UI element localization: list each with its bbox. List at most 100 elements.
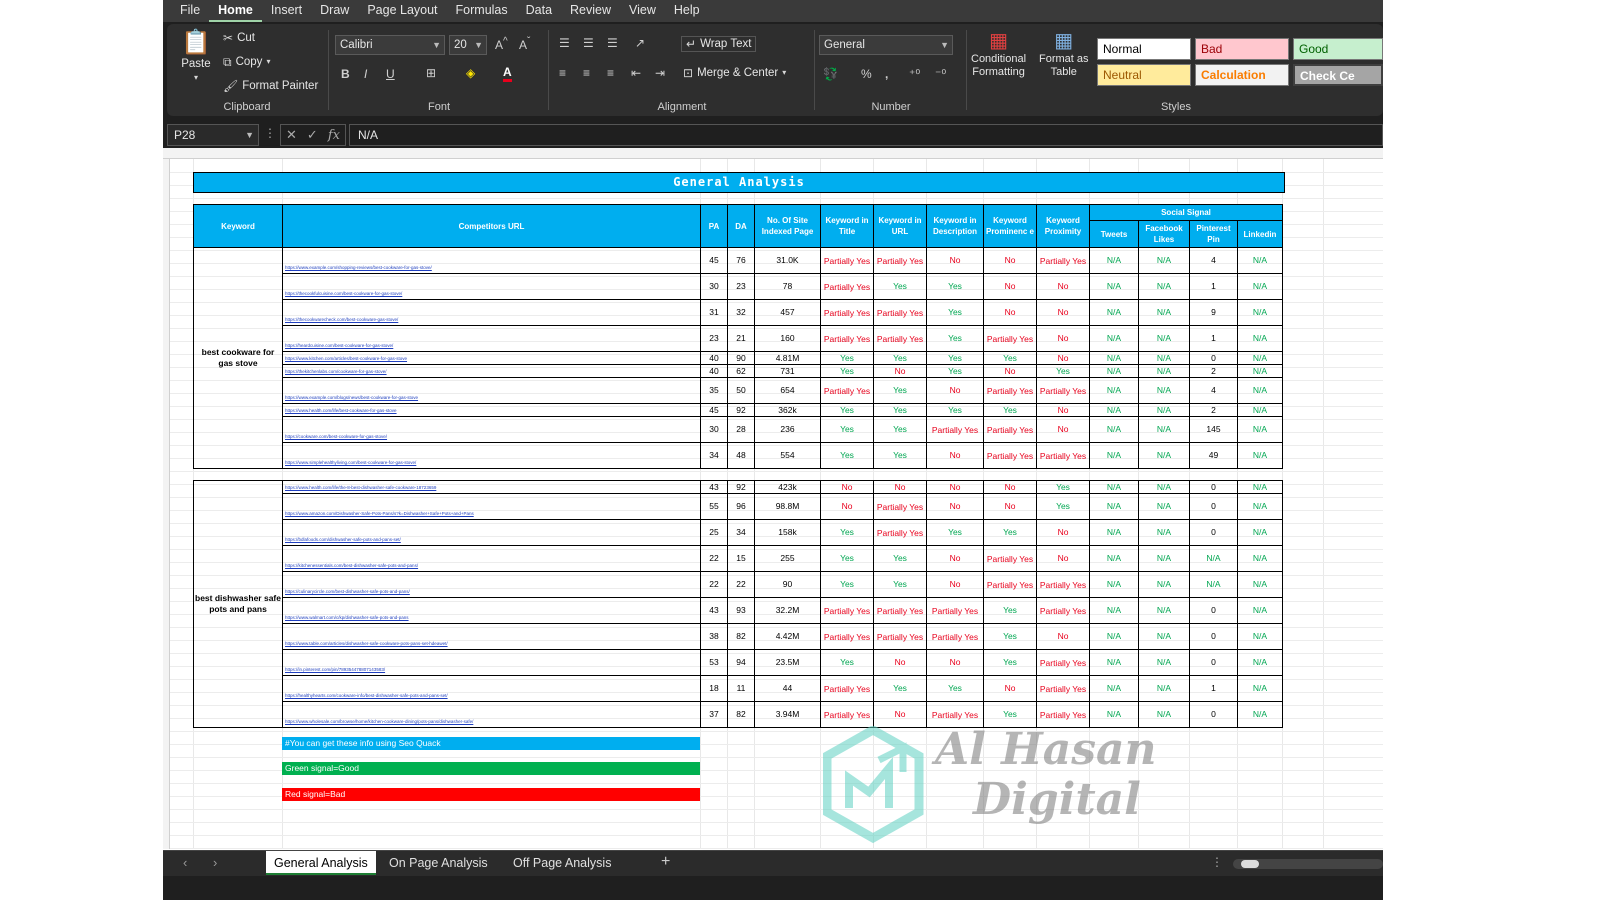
url-cell[interactable]: https://heardcuisine.com/best-cookware-f…	[282, 325, 701, 352]
kw-proximity-cell[interactable]: Partially Yes	[1036, 442, 1090, 469]
pinterest-cell[interactable]: 0	[1189, 480, 1238, 494]
facebook-cell[interactable]: N/A	[1138, 649, 1190, 676]
header-kw-title[interactable]: Keyword in Title	[820, 204, 874, 248]
kw-prominence-cell[interactable]: Partially Yes	[983, 325, 1037, 352]
da-cell[interactable]: 96	[727, 493, 755, 520]
linkedin-cell[interactable]: N/A	[1237, 480, 1283, 494]
kw-proximity-cell[interactable]: No	[1036, 545, 1090, 572]
menu-tab-home[interactable]: Home	[209, 0, 262, 22]
menu-tab-file[interactable]: File	[171, 0, 209, 22]
sheet-tab-off-page[interactable]: Off Page Analysis	[505, 851, 619, 875]
pa-cell[interactable]: 45	[700, 247, 728, 274]
kw-desc-cell[interactable]: No	[926, 480, 984, 494]
enter-icon[interactable]: ✓	[307, 127, 318, 143]
kw-prominence-cell[interactable]: No	[983, 273, 1037, 300]
da-cell[interactable]: 62	[727, 364, 755, 378]
url-cell[interactable]: https://healthyhearts.com/cookware-info/…	[282, 675, 701, 702]
pinterest-cell[interactable]: 145	[1189, 416, 1238, 443]
kw-proximity-cell[interactable]: Yes	[1036, 364, 1090, 378]
url-cell[interactable]: https://www.example.com/shopping-reviews…	[282, 247, 701, 274]
da-cell[interactable]: 50	[727, 377, 755, 404]
pinterest-cell[interactable]: 0	[1189, 351, 1238, 365]
linkedin-cell[interactable]: N/A	[1237, 597, 1283, 624]
kw-desc-cell[interactable]: Partially Yes	[926, 416, 984, 443]
facebook-cell[interactable]: N/A	[1138, 519, 1190, 546]
menu-tab-data[interactable]: Data	[517, 0, 561, 22]
menu-tab-insert[interactable]: Insert	[262, 0, 311, 22]
kw-desc-cell[interactable]: Yes	[926, 364, 984, 378]
facebook-cell[interactable]: N/A	[1138, 571, 1190, 598]
indexed-cell[interactable]: 32.2M	[754, 597, 821, 624]
url-cell[interactable]: https://bdlafoods.com/dishwasher-safe-po…	[282, 519, 701, 546]
tweets-cell[interactable]: N/A	[1089, 480, 1139, 494]
currency-icon[interactable]: 💱	[823, 67, 838, 81]
linkedin-cell[interactable]: N/A	[1237, 675, 1283, 702]
decrease-indent-icon[interactable]: ⇤	[631, 66, 641, 80]
kw-title-cell[interactable]: Partially Yes	[820, 273, 874, 300]
url-cell[interactable]: https://cookware.com/best-cookware-for-g…	[282, 416, 701, 443]
tweets-cell[interactable]: N/A	[1089, 442, 1139, 469]
pa-cell[interactable]: 30	[700, 416, 728, 443]
align-right-icon[interactable]: ≡	[607, 66, 614, 80]
kw-desc-cell[interactable]: Yes	[926, 675, 984, 702]
da-cell[interactable]: 92	[727, 403, 755, 417]
indexed-cell[interactable]: 731	[754, 364, 821, 378]
facebook-cell[interactable]: N/A	[1138, 623, 1190, 650]
pa-cell[interactable]: 23	[700, 325, 728, 352]
header-kw-prominence[interactable]: Keyword Prominenc e	[983, 204, 1037, 248]
number-format-select[interactable]: General ▼	[819, 35, 953, 55]
linkedin-cell[interactable]: N/A	[1237, 403, 1283, 417]
pa-cell[interactable]: 35	[700, 377, 728, 404]
paste-button[interactable]: 📋 Paste ▾	[181, 30, 211, 84]
kw-prominence-cell[interactable]: No	[983, 480, 1037, 494]
url-cell[interactable]: https://in.pinterest.com/pin/78935447880…	[282, 649, 701, 676]
pa-cell[interactable]: 22	[700, 545, 728, 572]
kw-desc-cell[interactable]: Yes	[926, 299, 984, 326]
da-cell[interactable]: 23	[727, 273, 755, 300]
pa-cell[interactable]: 34	[700, 442, 728, 469]
kw-title-cell[interactable]: No	[820, 480, 874, 494]
pa-cell[interactable]: 53	[700, 649, 728, 676]
indexed-cell[interactable]: 158k	[754, 519, 821, 546]
kw-desc-cell[interactable]: No	[926, 649, 984, 676]
kw-url-cell[interactable]: Yes	[873, 571, 927, 598]
da-cell[interactable]: 34	[727, 519, 755, 546]
da-cell[interactable]: 94	[727, 649, 755, 676]
facebook-cell[interactable]: N/A	[1138, 416, 1190, 443]
url-cell[interactable]: https://www.kitchen.com/articles/best-co…	[282, 351, 701, 365]
pinterest-cell[interactable]: 2	[1189, 403, 1238, 417]
header-indexed[interactable]: No. Of Site Indexed Page	[754, 204, 821, 248]
kw-desc-cell[interactable]: No	[926, 493, 984, 520]
kw-url-cell[interactable]: No	[873, 364, 927, 378]
facebook-cell[interactable]: N/A	[1138, 299, 1190, 326]
tweets-cell[interactable]: N/A	[1089, 416, 1139, 443]
more-icon[interactable]: ⋮	[1211, 855, 1223, 869]
indexed-cell[interactable]: 23.5M	[754, 649, 821, 676]
kw-desc-cell[interactable]: Yes	[926, 519, 984, 546]
indexed-cell[interactable]: 98.8M	[754, 493, 821, 520]
pa-cell[interactable]: 30	[700, 273, 728, 300]
format-painter-button[interactable]: 🖌 Format Painter	[223, 80, 318, 92]
da-cell[interactable]: 21	[727, 325, 755, 352]
conditional-formatting-button[interactable]: ▦ Conditional Formatting	[971, 30, 1026, 78]
kw-url-cell[interactable]: No	[873, 649, 927, 676]
kw-title-cell[interactable]: Yes	[820, 416, 874, 443]
pa-cell[interactable]: 55	[700, 493, 728, 520]
increase-decimal-icon[interactable]: ⁺⁰	[909, 67, 920, 81]
menu-tab-page-layout[interactable]: Page Layout	[358, 0, 446, 22]
align-left-icon[interactable]: ≡	[559, 66, 566, 80]
scroll-left-icon[interactable]: ‹	[183, 855, 187, 870]
linkedin-cell[interactable]: N/A	[1237, 299, 1283, 326]
facebook-cell[interactable]: N/A	[1138, 325, 1190, 352]
kw-url-cell[interactable]: Yes	[873, 545, 927, 572]
kw-prominence-cell[interactable]: No	[983, 364, 1037, 378]
da-cell[interactable]: 22	[727, 571, 755, 598]
kw-url-cell[interactable]: Partially Yes	[873, 597, 927, 624]
kw-url-cell[interactable]: No	[873, 480, 927, 494]
percent-icon[interactable]: %	[861, 67, 872, 81]
pa-cell[interactable]: 43	[700, 480, 728, 494]
header-facebook[interactable]: Facebook Likes	[1138, 220, 1190, 248]
pinterest-cell[interactable]: 1	[1189, 325, 1238, 352]
kw-prominence-cell[interactable]: No	[983, 299, 1037, 326]
linkedin-cell[interactable]: N/A	[1237, 247, 1283, 274]
